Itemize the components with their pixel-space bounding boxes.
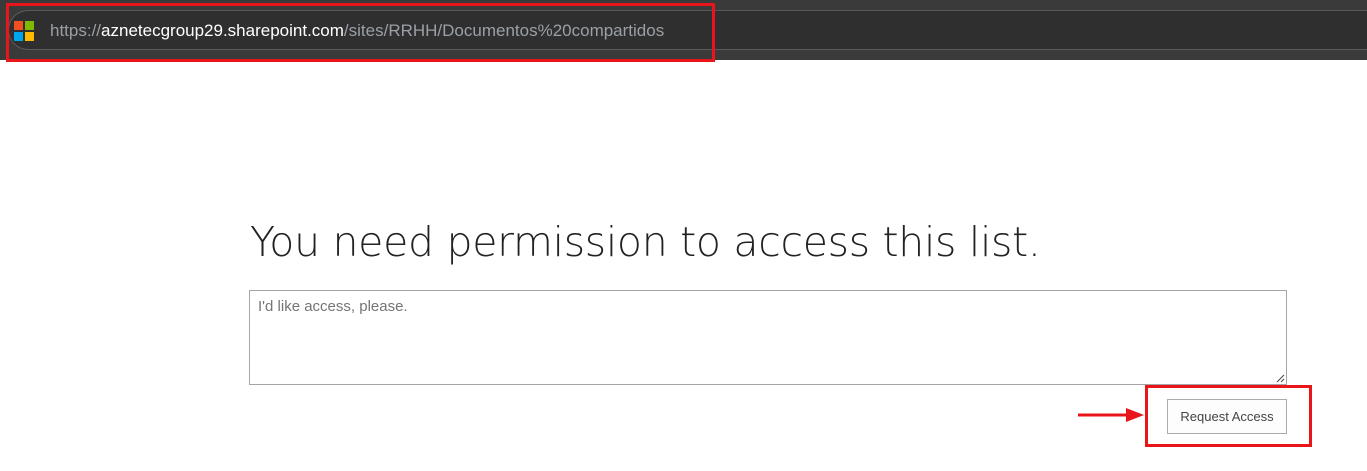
page-title: You need permission to access this list. — [250, 218, 1041, 266]
url-highlight-box — [6, 3, 715, 62]
red-arrow-annotation-icon — [1078, 408, 1144, 422]
access-request-message-field[interactable] — [249, 290, 1287, 385]
button-highlight-box — [1145, 385, 1312, 447]
resize-grip-icon[interactable] — [1275, 373, 1285, 383]
